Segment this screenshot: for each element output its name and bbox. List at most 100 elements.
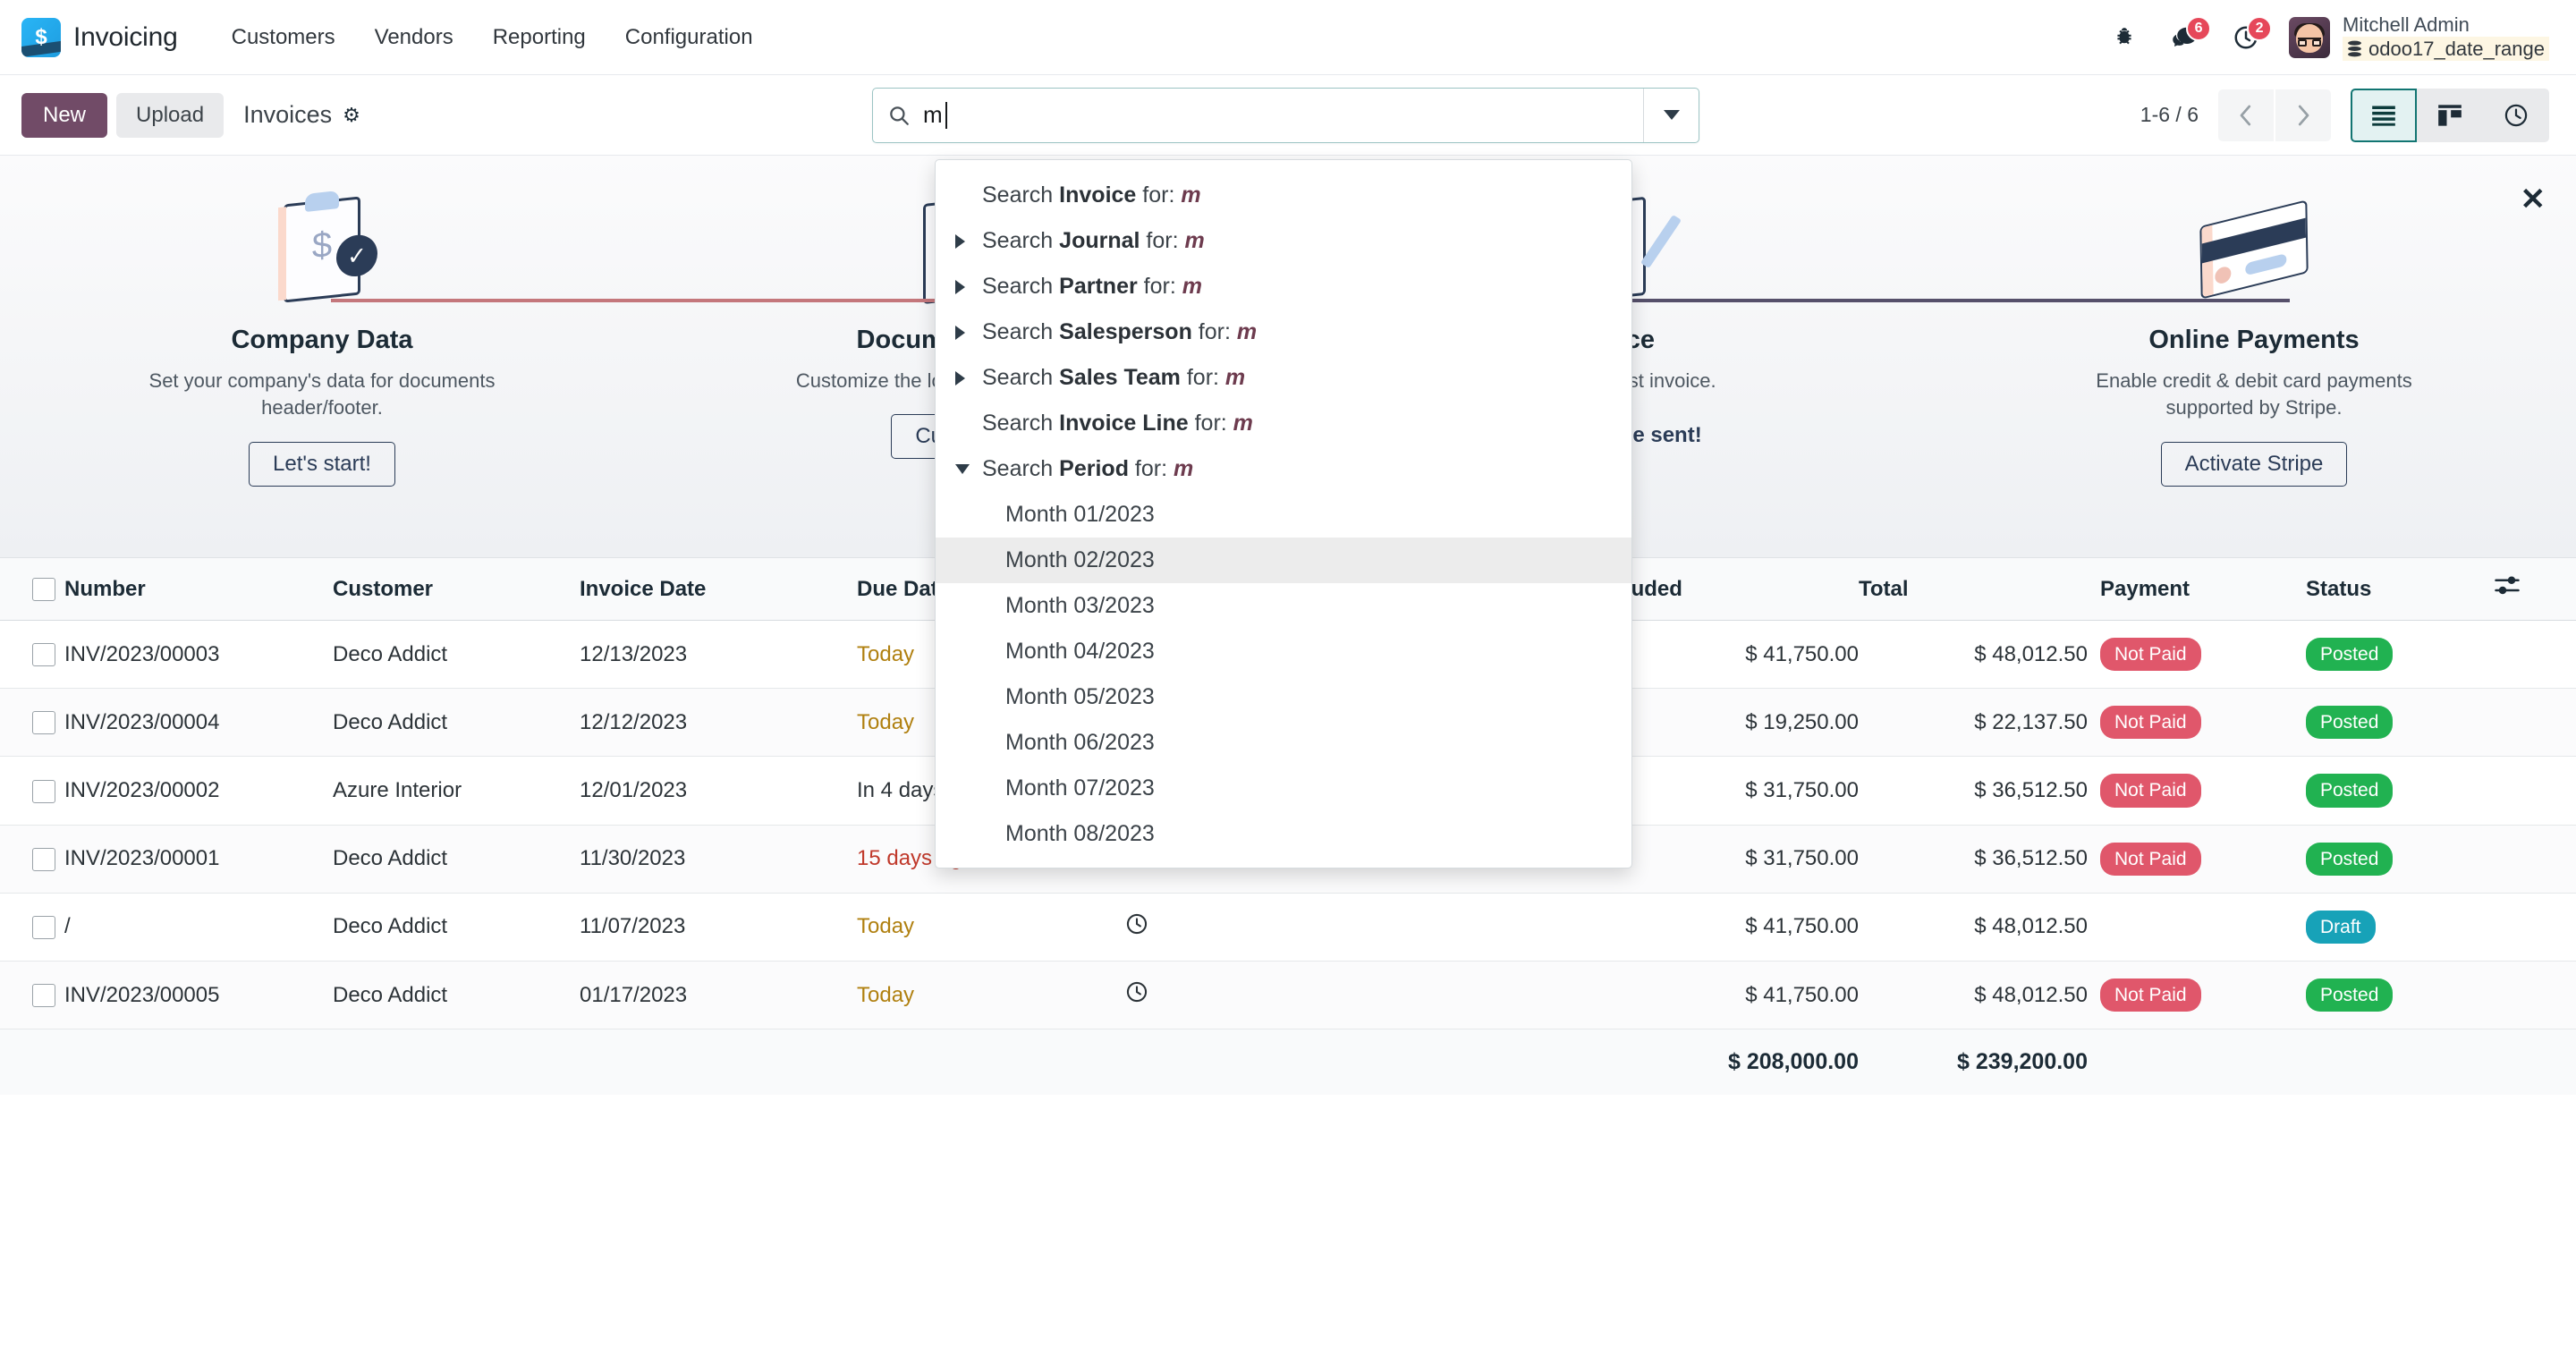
search-suggestion-sales-team[interactable]: Search Sales Team for: m <box>936 355 1631 401</box>
cell-due-date[interactable]: Today <box>857 914 914 938</box>
row-checkbox[interactable] <box>32 711 55 734</box>
cell-number[interactable]: INV/2023/00005 <box>64 961 333 1029</box>
navbar-right-tools: 6 2 Mitchell Admin odoo17_date_ <box>2106 13 2549 61</box>
cell-due-date[interactable]: In 4 days <box>857 778 944 802</box>
cell-number[interactable]: INV/2023/00001 <box>64 825 333 893</box>
cell-activity[interactable] <box>1125 893 1546 961</box>
cell-invoice-date[interactable]: 12/13/2023 <box>580 621 857 689</box>
search-suggestion-partner[interactable]: Search Partner for: m <box>936 264 1631 309</box>
search-period-option[interactable]: Month 03/2023 <box>936 583 1631 629</box>
kanban-view-button[interactable] <box>2417 89 2483 142</box>
cell-customer[interactable]: Deco Addict <box>333 961 580 1029</box>
app-title[interactable]: Invoicing <box>73 22 178 53</box>
cell-number[interactable]: INV/2023/00003 <box>64 621 333 689</box>
pager-buttons <box>2218 89 2331 141</box>
chevron-down-icon[interactable] <box>955 464 982 474</box>
new-button[interactable]: New <box>21 93 107 138</box>
header-status[interactable]: Status <box>2306 558 2494 621</box>
avatar[interactable] <box>2289 17 2330 58</box>
chevron-right-icon[interactable] <box>955 371 982 385</box>
search-period-option[interactable]: Month 01/2023 <box>936 492 1631 538</box>
search-suggestion-salesperson[interactable]: Search Salesperson for: m <box>936 309 1631 355</box>
cell-customer[interactable]: Deco Addict <box>333 689 580 757</box>
select-all-checkbox[interactable] <box>32 578 55 601</box>
lets-start-button[interactable]: Let's start! <box>249 442 395 487</box>
next-page-button[interactable] <box>2275 89 2331 141</box>
cell-payment: Not Paid <box>2100 689 2306 757</box>
cell-invoice-date[interactable]: 11/30/2023 <box>580 825 857 893</box>
clock-icon[interactable] <box>1125 980 1148 1004</box>
table-row[interactable]: INV/2023/00005Deco Addict01/17/2023Today… <box>0 961 2576 1029</box>
menu-item-configuration[interactable]: Configuration <box>606 16 773 59</box>
search-period-option[interactable]: Month 06/2023 <box>936 720 1631 766</box>
search-view[interactable]: m <box>872 88 1699 143</box>
upload-button[interactable]: Upload <box>116 93 224 138</box>
header-payment[interactable]: Payment <box>2100 558 2306 621</box>
cell-invoice-date[interactable]: 12/01/2023 <box>580 757 857 825</box>
onboarding-step-online-payments: Online Payments Enable credit & debit ca… <box>1932 156 2576 487</box>
menu-item-reporting[interactable]: Reporting <box>473 16 606 59</box>
menu-item-vendors[interactable]: Vendors <box>355 16 473 59</box>
row-select-cell <box>0 689 64 757</box>
table-row[interactable]: /Deco Addict11/07/2023Today$ 41,750.00$ … <box>0 893 2576 961</box>
payment-badge: Not Paid <box>2100 638 2201 671</box>
top-navbar: $ Invoicing Customers Vendors Reporting … <box>0 0 2576 75</box>
search-input[interactable]: m <box>923 101 945 129</box>
step-title: Company Data <box>231 326 412 355</box>
search-period-option[interactable]: Month 05/2023 <box>936 674 1631 720</box>
search-period-option[interactable]: Month 08/2023 <box>936 811 1631 857</box>
list-view-button[interactable] <box>2351 89 2417 142</box>
search-period-option[interactable]: Month 07/2023 <box>936 766 1631 811</box>
activate-stripe-button[interactable]: Activate Stripe <box>2161 442 2348 487</box>
pager-count[interactable]: 1-6 / 6 <box>2140 103 2199 127</box>
suggestion-label: Search Invoice for: m <box>982 182 1201 208</box>
cell-customer[interactable]: Deco Addict <box>333 621 580 689</box>
cell-due-date[interactable]: Today <box>857 983 914 1007</box>
cell-customer[interactable]: Deco Addict <box>333 893 580 961</box>
row-checkbox[interactable] <box>32 916 55 939</box>
search-dropdown-toggle[interactable] <box>1643 89 1699 142</box>
row-checkbox[interactable] <box>32 780 55 803</box>
status-badge: Draft <box>2306 911 2376 944</box>
cell-invoice-date[interactable]: 12/12/2023 <box>580 689 857 757</box>
header-total[interactable]: Total <box>1859 558 2100 621</box>
cell-customer[interactable]: Deco Addict <box>333 825 580 893</box>
cell-due-date[interactable]: Today <box>857 642 914 666</box>
cell-number[interactable]: INV/2023/00004 <box>64 689 333 757</box>
search-suggestion-period[interactable]: Search Period for: m <box>936 446 1631 492</box>
chevron-right-icon[interactable] <box>955 234 982 249</box>
column-options-icon[interactable] <box>2494 579 2521 603</box>
cell-activity[interactable] <box>1125 961 1546 1029</box>
cell-due-date[interactable]: Today <box>857 710 914 734</box>
search-suggestion-invoice[interactable]: Search Invoice for: m <box>936 173 1631 218</box>
user-menu[interactable]: Mitchell Admin odoo17_date_range <box>2289 13 2549 61</box>
row-checkbox[interactable] <box>32 984 55 1007</box>
bug-icon[interactable] <box>2106 20 2142 55</box>
gear-icon[interactable]: ⚙ <box>343 104 360 127</box>
messages-icon[interactable]: 6 <box>2167 20 2203 55</box>
clock-icon[interactable] <box>1125 912 1148 936</box>
search-suggestion-invoice-line[interactable]: Search Invoice Line for: m <box>936 401 1631 446</box>
app-logo-icon[interactable]: $ <box>21 18 61 57</box>
search-period-option[interactable]: Month 04/2023 <box>936 629 1631 674</box>
header-number[interactable]: Number <box>64 558 333 621</box>
previous-page-button[interactable] <box>2218 89 2274 141</box>
row-checkbox[interactable] <box>32 643 55 666</box>
suggestion-term: m <box>1181 182 1200 208</box>
activities-clock-icon[interactable]: 2 <box>2228 20 2264 55</box>
cell-number[interactable]: / <box>64 893 333 961</box>
search-period-option[interactable]: Month 02/2023 <box>936 538 1631 583</box>
header-customer[interactable]: Customer <box>333 558 580 621</box>
chevron-right-icon[interactable] <box>955 280 982 294</box>
chevron-right-icon[interactable] <box>955 326 982 340</box>
cell-customer[interactable]: Azure Interior <box>333 757 580 825</box>
cell-invoice-date[interactable]: 11/07/2023 <box>580 893 857 961</box>
step-title: Online Payments <box>2148 326 2359 355</box>
search-suggestion-journal[interactable]: Search Journal for: m <box>936 218 1631 264</box>
row-checkbox[interactable] <box>32 848 55 871</box>
cell-invoice-date[interactable]: 01/17/2023 <box>580 961 857 1029</box>
activity-view-button[interactable] <box>2483 89 2549 142</box>
header-invoice-date[interactable]: Invoice Date <box>580 558 857 621</box>
menu-item-customers[interactable]: Customers <box>212 16 355 59</box>
cell-number[interactable]: INV/2023/00002 <box>64 757 333 825</box>
